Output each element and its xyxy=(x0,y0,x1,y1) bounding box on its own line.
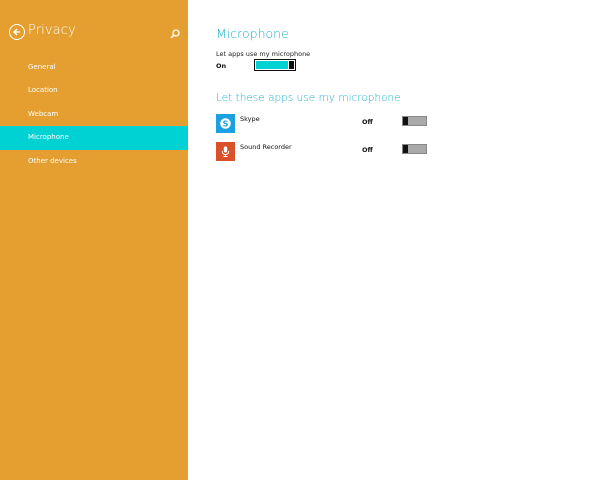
page-title: Microphone xyxy=(216,26,289,41)
sidebar-item-general[interactable]: General xyxy=(0,56,188,79)
sidebar-nav: General Location Webcam Microphone Other… xyxy=(0,56,188,173)
toggle-track xyxy=(408,145,426,153)
apps-section-title: Let these apps use my microphone xyxy=(216,92,401,104)
search-icon xyxy=(170,29,180,39)
microphone-access-toggle[interactable] xyxy=(254,59,296,71)
toggle-knob xyxy=(289,61,294,69)
app-name: Sound Recorder xyxy=(240,143,292,151)
microphone-icon xyxy=(216,142,235,161)
app-name: Skype xyxy=(240,115,260,123)
back-button[interactable] xyxy=(9,24,25,40)
skype-microphone-toggle[interactable] xyxy=(402,116,427,126)
toggle-fill xyxy=(256,61,288,69)
skype-icon: S xyxy=(216,114,235,133)
app-state: Off xyxy=(362,118,373,126)
sidebar-item-microphone[interactable]: Microphone xyxy=(0,126,188,150)
svg-text:S: S xyxy=(223,119,229,128)
sidebar-item-other-devices[interactable]: Other devices xyxy=(0,150,188,173)
app-row-skype: S Skype Off xyxy=(216,114,600,134)
back-arrow-icon xyxy=(13,28,20,36)
app-state: Off xyxy=(362,146,373,154)
toggle-track xyxy=(408,117,426,125)
sidebar-title: Privacy xyxy=(28,23,76,38)
sidebar-item-webcam[interactable]: Webcam xyxy=(0,103,188,126)
sidebar-header: Privacy xyxy=(9,23,181,42)
sidebar: Privacy General Location Webcam Micropho… xyxy=(0,0,188,480)
sound-recorder-microphone-toggle[interactable] xyxy=(402,144,427,154)
app-row-sound-recorder: Sound Recorder Off xyxy=(216,142,600,162)
microphone-access-label: Let apps use my microphone xyxy=(216,50,311,58)
search-button[interactable] xyxy=(169,25,181,39)
sidebar-item-location[interactable]: Location xyxy=(0,79,188,102)
main-content: Microphone Let apps use my microphone On… xyxy=(216,0,600,480)
microphone-access-state: On xyxy=(216,62,227,70)
